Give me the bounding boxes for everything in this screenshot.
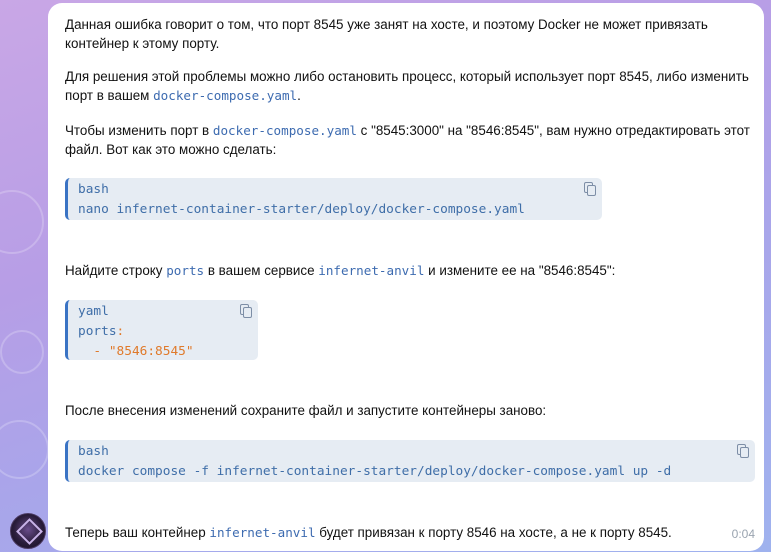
code-language-label: bash	[78, 444, 109, 459]
message-paragraph: Чтобы изменить порт в docker-compose.yam…	[65, 123, 754, 157]
background-doodle	[0, 190, 44, 254]
avatar[interactable]	[10, 513, 46, 549]
inline-code: docker-compose.yaml	[153, 88, 298, 103]
inline-code: docker-compose.yaml	[212, 123, 357, 138]
message-bubble: Данная ошибка говорит о том, что порт 85…	[48, 3, 764, 551]
code-line: docker compose -f infernet-container-sta…	[78, 464, 672, 479]
message-paragraph: После внесения изменений сохраните файл …	[65, 403, 547, 418]
message-paragraph: Данная ошибка говорит о том, что порт 85…	[65, 17, 712, 51]
inline-code: infernet-anvil	[209, 525, 316, 540]
message-paragraph: Найдите строку ports в вашем сервисе inf…	[65, 263, 616, 278]
message-timestamp: 0:04	[731, 527, 755, 541]
code-language-label: yaml	[78, 304, 109, 319]
code-line: ports:	[78, 324, 125, 339]
message-paragraph: Теперь ваш контейнер infernet-anvil буде…	[65, 525, 672, 540]
code-block-bash-nano: bash nano infernet-container-starter/dep…	[65, 178, 602, 220]
code-block-yaml: yaml ports: - "8546:8545"	[65, 300, 258, 360]
inline-code: infernet-anvil	[318, 263, 425, 278]
message-paragraph: Для решения этой проблемы можно либо ост…	[65, 69, 753, 103]
background-doodle	[0, 330, 44, 374]
code-block-bash-docker: bash docker compose -f infernet-containe…	[65, 440, 755, 482]
copy-icon[interactable]	[737, 444, 749, 458]
copy-icon[interactable]	[240, 304, 252, 318]
inline-code: ports	[166, 263, 205, 278]
code-language-label: bash	[78, 182, 109, 197]
copy-icon[interactable]	[584, 182, 596, 196]
code-line: - "8546:8545"	[78, 344, 194, 359]
code-line: nano infernet-container-starter/deploy/d…	[78, 202, 525, 217]
background-doodle	[0, 420, 49, 479]
